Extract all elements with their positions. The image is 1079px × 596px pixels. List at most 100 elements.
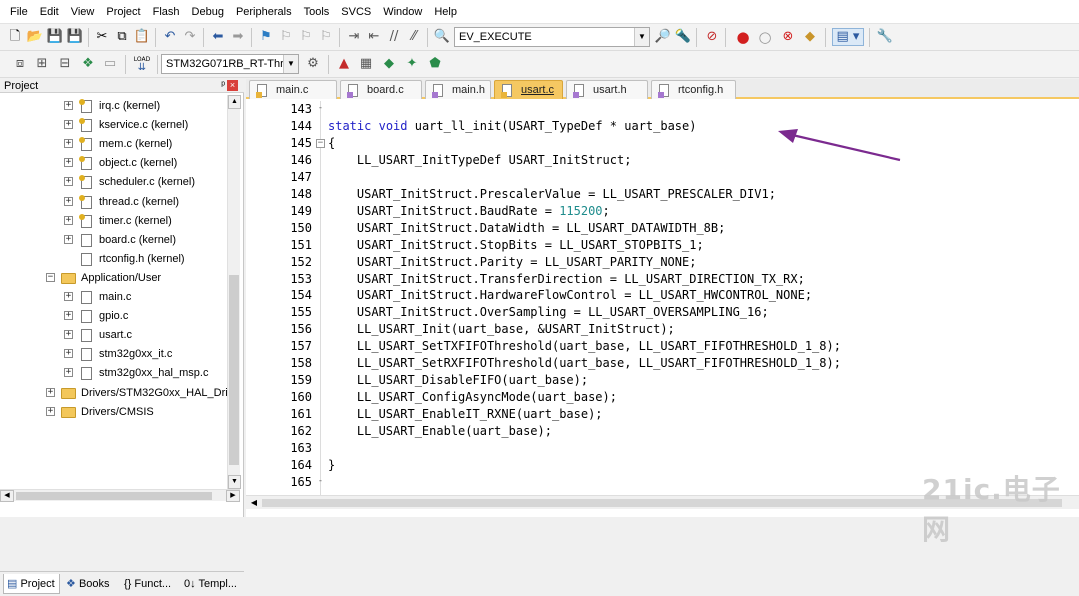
menu-debug[interactable]: Debug xyxy=(186,0,230,24)
kill-breakpoints-icon[interactable]: ⊗ xyxy=(779,28,797,46)
tree-item[interactable]: + stm32g0xx_hal_msp.c xyxy=(0,364,228,382)
prev-bookmark-icon[interactable]: ⚐ xyxy=(277,28,295,46)
tab-templates[interactable]: 0↓ Templ... xyxy=(181,574,241,594)
expand-icon[interactable]: + xyxy=(64,215,73,225)
manage-packs-icon[interactable]: ▦ xyxy=(357,55,375,73)
tab-usart-h[interactable]: usart.h xyxy=(566,80,648,99)
scroll-right-icon[interactable]: ▶ xyxy=(226,490,240,502)
tree-item[interactable]: + scheduler.c (kernel) xyxy=(0,173,228,191)
tab-functions[interactable]: {} Funct... xyxy=(121,574,179,594)
paste-icon[interactable]: 📋 xyxy=(133,28,151,46)
stop-build-icon[interactable]: ▭ xyxy=(101,55,119,73)
navigate-back-icon[interactable]: ⬅ xyxy=(209,28,227,46)
find-icon[interactable]: 🔎 xyxy=(654,28,672,46)
copy-icon[interactable]: ⧉ xyxy=(113,28,131,46)
run-time-env-icon[interactable]: ⬟ xyxy=(426,55,444,73)
scroll-thumb[interactable] xyxy=(229,275,239,465)
tree-item[interactable]: rtconfig.h (kernel) xyxy=(0,250,228,268)
save-icon[interactable]: 💾 xyxy=(46,28,64,46)
window-layout-icon[interactable]: ▤ ▾ xyxy=(832,28,864,46)
tree-item[interactable]: + thread.c (kernel) xyxy=(0,193,228,211)
tab-board-c[interactable]: board.c xyxy=(340,80,422,99)
indent-icon[interactable]: ⇥ xyxy=(345,28,363,46)
expand-icon[interactable]: + xyxy=(64,234,73,244)
tree-item[interactable]: + main.c xyxy=(0,288,228,306)
target-combo[interactable]: STM32G071RB_RT-Thread ▼ xyxy=(161,54,299,74)
scroll-left-icon[interactable]: ◀ xyxy=(248,497,260,509)
expand-icon[interactable]: + xyxy=(64,101,73,110)
unindent-icon[interactable]: ⇤ xyxy=(365,28,383,46)
chevron-down-icon[interactable]: ▼ xyxy=(283,55,298,73)
open-file-icon[interactable]: 📂 xyxy=(26,28,44,46)
menu-file[interactable]: File xyxy=(4,0,34,24)
incremental-find-icon[interactable]: 🔦 xyxy=(674,28,692,46)
undo-icon[interactable]: ↶ xyxy=(161,28,179,46)
redo-icon[interactable]: ↷ xyxy=(181,28,199,46)
tab-main-h[interactable]: main.h xyxy=(425,80,491,99)
expand-icon[interactable]: + xyxy=(64,311,73,321)
menu-peripherals[interactable]: Peripherals xyxy=(230,0,298,24)
collapse-icon[interactable]: − xyxy=(46,272,55,282)
pack-installer-icon[interactable]: ✦ xyxy=(403,55,421,73)
comment-icon[interactable]: // xyxy=(385,28,403,46)
close-icon[interactable]: × xyxy=(227,80,238,91)
expand-icon[interactable]: + xyxy=(64,158,73,168)
clear-breakpoints-icon[interactable]: ◆ xyxy=(801,28,819,46)
target-options-icon[interactable]: ⚙ xyxy=(304,55,322,73)
menu-view[interactable]: View xyxy=(65,0,101,24)
scroll-down-icon[interactable]: ▼ xyxy=(228,475,241,489)
find-combo[interactable]: EV_EXECUTE ▼ xyxy=(454,27,650,47)
menu-project[interactable]: Project xyxy=(100,0,146,24)
expand-icon[interactable]: + xyxy=(64,177,73,187)
expand-icon[interactable]: + xyxy=(64,292,73,301)
navigate-forward-icon[interactable]: ➡ xyxy=(229,28,247,46)
tree-item[interactable]: + usart.c xyxy=(0,326,228,344)
expand-icon[interactable]: + xyxy=(64,139,73,149)
expand-icon[interactable]: + xyxy=(64,120,73,130)
uncomment-icon[interactable]: ⁄⁄ xyxy=(405,28,423,46)
expand-icon[interactable]: + xyxy=(46,406,55,416)
download-icon[interactable]: LOAD ⇊ xyxy=(132,55,152,73)
code-area[interactable]: 143-144 static void uart_ll_init(USART_Ty… xyxy=(246,101,1079,495)
chevron-down-icon[interactable]: ▼ xyxy=(634,28,649,46)
tab-main-c[interactable]: main.c xyxy=(249,80,337,99)
expand-icon[interactable]: + xyxy=(64,196,73,206)
tab-books[interactable]: ❖ Books xyxy=(63,574,119,594)
tree-item[interactable]: + object.c (kernel) xyxy=(0,154,228,172)
tab-rtconfig-h[interactable]: rtconfig.h xyxy=(651,80,736,99)
tree-item[interactable]: + stm32g0xx_it.c xyxy=(0,345,228,363)
disable-breakpoint-icon[interactable]: ○ xyxy=(756,28,774,46)
tree-item[interactable]: + irq.c (kernel) xyxy=(0,97,228,115)
tree-item[interactable]: + mem.c (kernel) xyxy=(0,135,228,153)
expand-icon[interactable]: + xyxy=(64,368,73,378)
file-extensions-icon[interactable]: ▲ xyxy=(335,55,353,73)
tree-item[interactable]: + Drivers/CMSIS xyxy=(0,403,228,421)
tree-item[interactable]: − Application/User xyxy=(0,269,228,287)
tree-item[interactable]: + Drivers/STM32G0xx_HAL_Dri xyxy=(0,384,228,402)
find-in-files-icon[interactable]: 🔍 xyxy=(433,28,451,46)
menu-tools[interactable]: Tools xyxy=(298,0,336,24)
menu-help[interactable]: Help xyxy=(428,0,463,24)
tree-item[interactable]: + gpio.c xyxy=(0,307,228,325)
expand-icon[interactable]: + xyxy=(46,387,55,397)
rebuild-icon[interactable]: ⊟ xyxy=(56,55,74,73)
menu-edit[interactable]: Edit xyxy=(34,0,65,24)
breakpoint-icon[interactable]: ● xyxy=(734,28,752,46)
next-bookmark-icon[interactable]: ⚐ xyxy=(297,28,315,46)
build-icon[interactable]: ⊞ xyxy=(33,55,51,73)
menu-window[interactable]: Window xyxy=(377,0,428,24)
menu-svcs[interactable]: SVCS xyxy=(335,0,377,24)
tab-usart-c[interactable]: usart.c xyxy=(494,80,563,99)
expand-icon[interactable]: + xyxy=(64,349,73,359)
translate-icon[interactable]: ⧈ xyxy=(11,55,29,73)
expand-icon[interactable]: + xyxy=(64,330,73,340)
tree-item[interactable]: + timer.c (kernel) xyxy=(0,212,228,230)
pin-icon[interactable]: ᵖ xyxy=(221,79,225,93)
scroll-left-icon[interactable]: ◀ xyxy=(0,490,14,502)
scroll-thumb[interactable] xyxy=(16,492,212,500)
batch-build-icon[interactable]: ❖ xyxy=(79,55,97,73)
tree-item[interactable]: + kservice.c (kernel) xyxy=(0,116,228,134)
configure-icon[interactable]: 🔧 xyxy=(876,28,894,46)
debug-session-icon[interactable]: ⊘ xyxy=(703,28,721,46)
bookmark-icon[interactable]: ⚑ xyxy=(257,28,275,46)
